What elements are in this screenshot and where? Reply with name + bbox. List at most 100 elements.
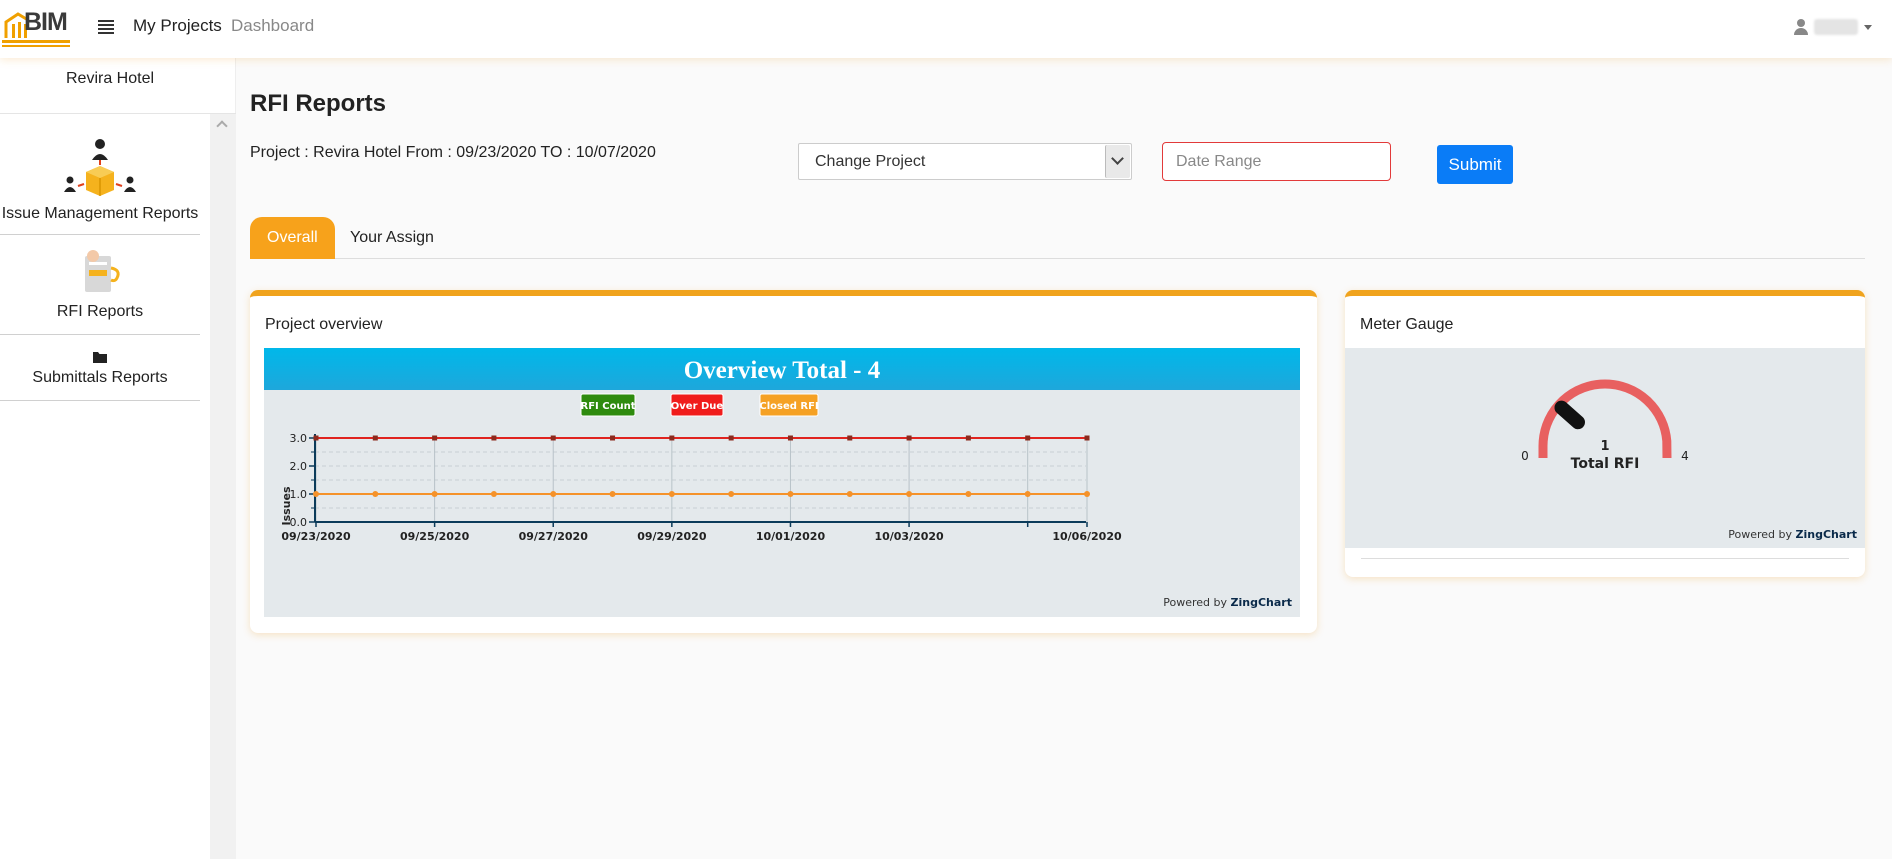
gauge-needle	[1554, 400, 1585, 430]
data-point	[787, 491, 794, 497]
x-tick-label: 10/06/2020	[1052, 530, 1122, 543]
data-point	[1024, 491, 1031, 497]
data-point	[1025, 435, 1031, 441]
data-point	[846, 491, 853, 497]
people-box-icon	[64, 139, 136, 196]
series-line-1	[313, 491, 1090, 497]
caret-down-icon	[1864, 24, 1872, 30]
scroll-up-icon[interactable]	[216, 120, 228, 132]
data-point	[372, 491, 379, 497]
data-point	[313, 491, 319, 497]
nav-my-projects[interactable]: My Projects	[133, 16, 222, 36]
series-line-0	[313, 435, 1090, 441]
sidebar-scrollbar[interactable]	[210, 114, 236, 859]
user-menu[interactable]	[1794, 16, 1872, 38]
gauge-needle-bar	[1554, 400, 1585, 430]
legend-item-over-due: Over Due	[670, 393, 724, 417]
rfi-report-icon	[85, 250, 120, 292]
sidebar: Revira Hotel Issue Management Reports RF…	[0, 58, 236, 859]
tab-your-assign[interactable]: Your Assign	[333, 217, 451, 259]
hamburger-menu-icon[interactable]	[98, 20, 114, 34]
data-point	[668, 491, 675, 497]
sidebar-divider	[0, 400, 200, 401]
tab-overall[interactable]: Overall	[250, 217, 335, 259]
card-title: Project overview	[265, 316, 383, 333]
user-icon	[1794, 19, 1808, 35]
zingchart-brand: ZingChart	[1231, 596, 1292, 609]
data-point	[431, 491, 438, 497]
legend-label: Over Due	[671, 401, 724, 412]
data-point	[728, 491, 735, 497]
folder-icon	[93, 352, 107, 363]
y-tick-label: 2.0	[290, 460, 308, 473]
sidebar-divider	[0, 113, 236, 114]
project-overview-card: Project overview Overview Total - 4 RFI …	[250, 290, 1317, 633]
data-point	[1084, 491, 1090, 497]
gauge-caption: Total RFI	[1571, 456, 1640, 472]
zingchart-brand: ZingChart	[1796, 528, 1857, 541]
logo-underline	[2, 40, 70, 43]
submit-button[interactable]: Submit	[1437, 145, 1513, 184]
x-tick-label: 09/25/2020	[400, 530, 470, 543]
data-point	[906, 491, 913, 497]
sidebar-item-rfi-reports[interactable]: RFI Reports	[0, 248, 200, 321]
meter-gauge-chart[interactable]: 0 4 1 Total RFI Powered by ZingChart	[1345, 348, 1865, 548]
powered-by-zingchart[interactable]: Powered by ZingChart	[1728, 528, 1857, 541]
nav-dashboard[interactable]: Dashboard	[231, 16, 314, 36]
user-name-blurred	[1814, 19, 1858, 35]
sidebar-item-issue-management[interactable]: Issue Management Reports	[0, 138, 200, 223]
x-tick-label: 09/27/2020	[519, 530, 589, 543]
data-point	[965, 491, 972, 497]
powered-by-prefix: Powered by	[1728, 528, 1795, 541]
data-point	[372, 435, 378, 441]
x-tick-label: 09/29/2020	[637, 530, 707, 543]
gauge-footer-divider	[1361, 558, 1849, 559]
change-project-select[interactable]: Change Project	[798, 143, 1132, 180]
chart-title: Overview Total - 4	[684, 357, 881, 384]
x-tick-label: 10/01/2020	[756, 530, 826, 543]
data-point	[669, 435, 675, 441]
sidebar-item-label: Submittals Reports	[32, 369, 168, 386]
x-tick-label: 10/03/2020	[874, 530, 944, 543]
data-point	[965, 435, 971, 441]
data-point	[728, 435, 734, 441]
data-point	[432, 435, 438, 441]
sidebar-project-title: Revira Hotel	[65, 70, 155, 87]
data-point	[313, 435, 319, 441]
data-point	[491, 435, 497, 441]
data-point	[490, 491, 497, 497]
sidebar-item-label: Issue Management Reports	[1, 205, 199, 222]
sidebar-divider	[0, 334, 200, 335]
date-range-input[interactable]	[1162, 142, 1391, 181]
data-point	[906, 435, 912, 441]
gauge-max-label: 4	[1681, 449, 1689, 463]
powered-by-prefix: Powered by	[1163, 596, 1230, 609]
card-title: Meter Gauge	[1360, 316, 1454, 333]
data-point	[847, 435, 853, 441]
x-tick-label: 09/23/2020	[281, 530, 351, 543]
report-tabs: Overall Your Assign	[250, 217, 1865, 259]
legend-item-rfi-count: RFI Count	[580, 393, 636, 417]
gauge-value-label: 1	[1600, 439, 1609, 454]
data-point	[609, 491, 616, 497]
y-tick-label: 3.0	[290, 432, 308, 445]
chart-grid	[315, 438, 1088, 522]
powered-by-zingchart[interactable]: Powered by ZingChart	[1163, 596, 1292, 609]
gauge-min-label: 0	[1521, 449, 1529, 463]
data-point	[550, 435, 556, 441]
page-title: RFI Reports	[250, 90, 387, 117]
chevron-down-icon[interactable]	[1105, 145, 1130, 178]
legend-label: RFI Count	[581, 401, 636, 412]
overview-chart-container: Overview Total - 4 RFI Count Over Due Clos…	[264, 348, 1300, 617]
data-point	[1084, 435, 1090, 441]
project-info: Project : Revira Hotel From : 09/23/2020…	[250, 144, 656, 161]
overview-line-chart[interactable]: Overview Total - 4 RFI Count Over Due Clos…	[264, 348, 1300, 617]
bim-logo[interactable]: BIM	[2, 6, 72, 47]
data-point	[550, 491, 557, 497]
legend-label: Closed RFI	[759, 401, 818, 412]
data-point	[787, 435, 793, 441]
gauge-chart-container: 0 4 1 Total RFI Powered by ZingChart	[1345, 348, 1865, 548]
legend-item-closed-rfi: Closed RFI	[759, 393, 819, 417]
chart-legend: RFI Count Over Due Closed RFI	[580, 393, 819, 417]
sidebar-item-submittals-reports[interactable]: Submittals Reports	[0, 350, 200, 387]
